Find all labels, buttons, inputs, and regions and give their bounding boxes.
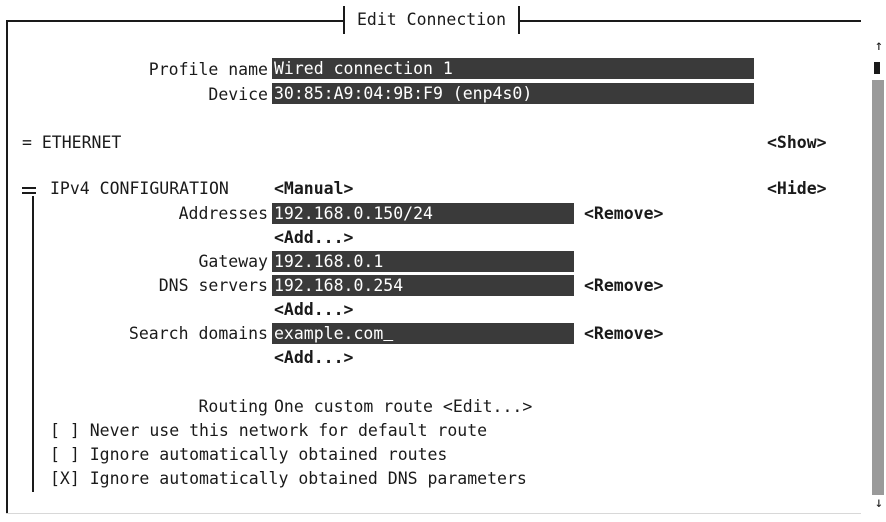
profile-name-value: Wired connection 1 xyxy=(274,59,453,78)
addresses-add-button[interactable]: <Add...> xyxy=(274,226,353,250)
ignore-dns-option[interactable]: [X] Ignore automatically obtained DNS pa… xyxy=(50,467,527,491)
never-default-route-label: Never use this network for default route xyxy=(89,421,488,440)
ignore-routes-option[interactable]: [ ] Ignore automatically obtained routes xyxy=(50,443,447,467)
scrollbar-track[interactable] xyxy=(872,80,884,495)
search-domains-value: example.com xyxy=(274,324,384,343)
routing-summary: One custom route xyxy=(274,397,433,416)
never-default-route-checkbox[interactable]: [ ] xyxy=(50,421,80,440)
dns-servers-label: DNS servers xyxy=(158,276,268,295)
search-add-button[interactable]: <Add...> xyxy=(274,346,353,370)
ipv4-tree-line xyxy=(32,196,34,492)
scroll-up-arrow-icon[interactable]: ↑ xyxy=(873,37,885,55)
addresses-remove-button[interactable]: <Remove> xyxy=(584,202,663,226)
dns-servers-field[interactable]: 192.168.0.254 xyxy=(272,275,574,296)
search-remove-button[interactable]: <Remove> xyxy=(584,322,663,346)
ipv4-mode-button[interactable]: <Manual> xyxy=(274,177,353,201)
never-default-route-option[interactable]: [ ] Never use this network for default r… xyxy=(50,419,487,443)
search-domains-field[interactable]: example.com xyxy=(272,323,574,344)
addresses-value: 192.168.0.150/24 xyxy=(274,204,433,223)
text-cursor xyxy=(383,324,393,343)
addresses-label: Addresses xyxy=(178,204,268,223)
profile-name-field[interactable]: Wired connection 1 xyxy=(272,58,754,79)
device-value: 30:85:A9:04:9B:F9 (enp4s0) xyxy=(274,84,533,103)
gateway-field[interactable]: 192.168.0.1 xyxy=(272,251,574,272)
ignore-routes-checkbox[interactable]: [ ] xyxy=(50,445,80,464)
ethernet-show-button[interactable]: <Show> xyxy=(767,131,827,155)
routing-edit-button[interactable]: <Edit...> xyxy=(443,397,532,416)
scrollbar-thumb[interactable] xyxy=(874,62,880,74)
device-field[interactable]: 30:85:A9:04:9B:F9 (enp4s0) xyxy=(272,83,754,104)
ignore-routes-label: Ignore automatically obtained routes xyxy=(89,445,448,464)
window-frame-left xyxy=(6,20,8,514)
ipv4-hide-button[interactable]: <Hide> xyxy=(767,177,827,201)
routing-label: Routing xyxy=(198,397,268,416)
gateway-label: Gateway xyxy=(198,252,268,271)
routing-value: One custom route <Edit...> xyxy=(274,395,532,419)
dns-servers-value: 192.168.0.254 xyxy=(274,276,404,295)
ignore-dns-checkbox[interactable]: [X] xyxy=(50,469,80,488)
ipv4-tree-tee2 xyxy=(22,192,36,194)
dns-remove-button[interactable]: <Remove> xyxy=(584,274,663,298)
dns-add-button[interactable]: <Add...> xyxy=(274,298,353,322)
ignore-dns-label: Ignore automatically obtained DNS parame… xyxy=(89,469,527,488)
ethernet-section-label: = ETHERNET xyxy=(22,133,122,152)
ipv4-tree-tee xyxy=(22,187,36,189)
search-domains-label: Search domains xyxy=(128,324,268,343)
ipv4-section-label: IPv4 CONFIGURATION xyxy=(50,179,229,198)
gateway-value: 192.168.0.1 xyxy=(274,252,384,271)
scroll-down-arrow-icon[interactable]: ↓ xyxy=(873,494,885,512)
profile-name-label: Profile name xyxy=(148,60,268,79)
device-label: Device xyxy=(208,85,268,104)
addresses-field[interactable]: 192.168.0.150/24 xyxy=(272,203,574,224)
window-frame-bottom xyxy=(6,513,861,514)
window-title: Edit Connection xyxy=(343,6,521,34)
